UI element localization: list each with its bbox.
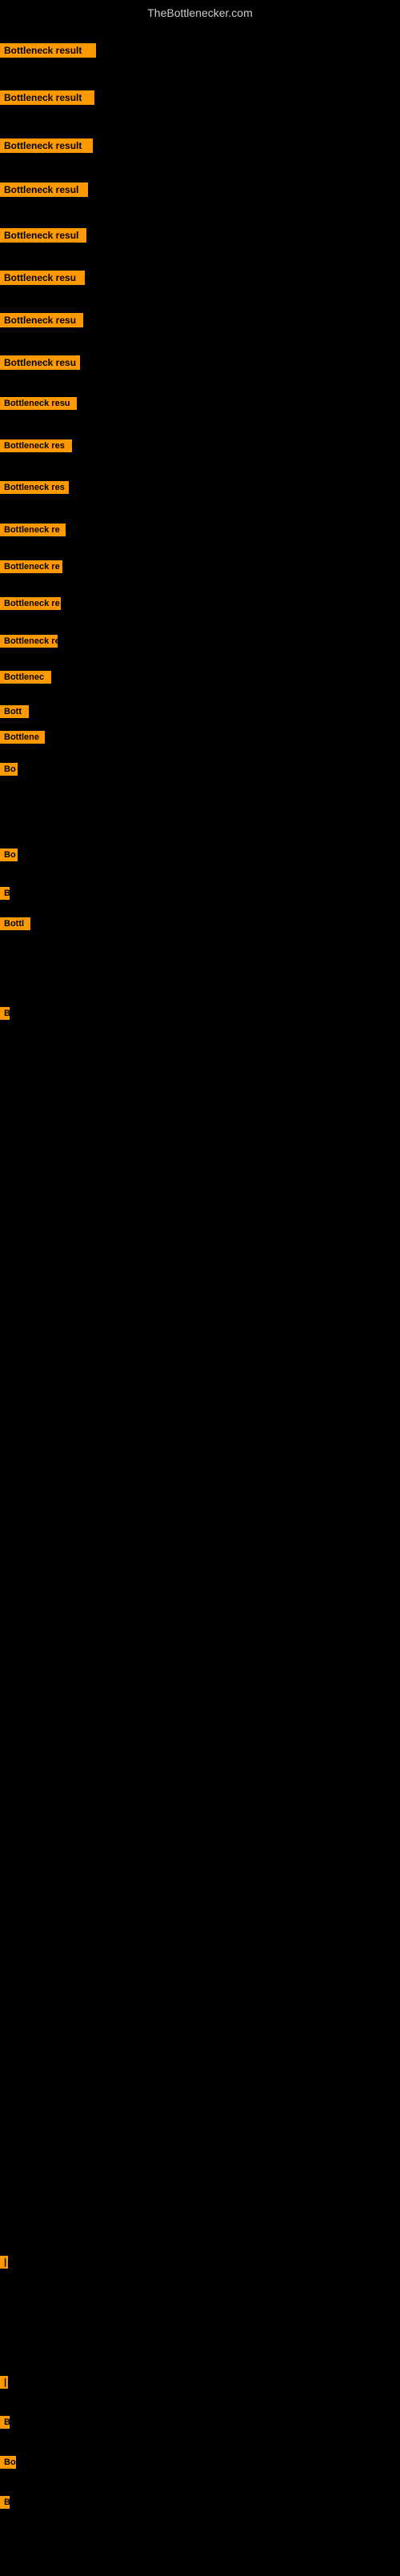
bottleneck-result-label: Bott (0, 705, 29, 718)
bottleneck-result-label: B (0, 2496, 10, 2509)
bottleneck-result-label: Bottleneck res (0, 439, 72, 452)
bottleneck-result-label: Bottleneck result (0, 138, 93, 153)
bottleneck-result-label: Bottleneck re (0, 524, 66, 536)
bottleneck-result-label: | (0, 2256, 8, 2269)
bottleneck-result-label: Bottl (0, 917, 30, 930)
bottleneck-result-label: Bottleneck result (0, 90, 94, 105)
bottleneck-result-label: Bottlenec (0, 671, 51, 684)
bottleneck-result-label: Bottleneck resu (0, 313, 83, 327)
bottleneck-result-label: Bottleneck res (0, 481, 69, 494)
bottleneck-result-label: Bottleneck resu (0, 355, 80, 370)
bottleneck-result-label: Bottleneck re (0, 635, 58, 648)
bottleneck-result-label: Bottleneck resu (0, 271, 85, 285)
bottleneck-result-label: Bottleneck resul (0, 228, 86, 243)
bottleneck-result-label: Bottleneck resu (0, 397, 77, 410)
bottleneck-result-label: | (0, 2376, 8, 2389)
bottleneck-result-label: B (0, 1007, 10, 1020)
bottleneck-result-label: B (0, 2416, 10, 2429)
bottleneck-result-label: Bottleneck resul (0, 183, 88, 197)
bottleneck-result-label: Bottleneck re (0, 560, 62, 573)
bottleneck-result-label: Bo (0, 763, 18, 776)
bottleneck-result-label: Bo (0, 849, 18, 861)
bottleneck-result-label: Bo (0, 2456, 16, 2469)
site-title: TheBottlenecker.com (0, 0, 400, 22)
bottleneck-result-label: Bottleneck result (0, 43, 96, 58)
bottleneck-result-label: B (0, 887, 10, 900)
bottleneck-result-label: Bottlene (0, 731, 45, 744)
bottleneck-result-label: Bottleneck re (0, 597, 61, 610)
